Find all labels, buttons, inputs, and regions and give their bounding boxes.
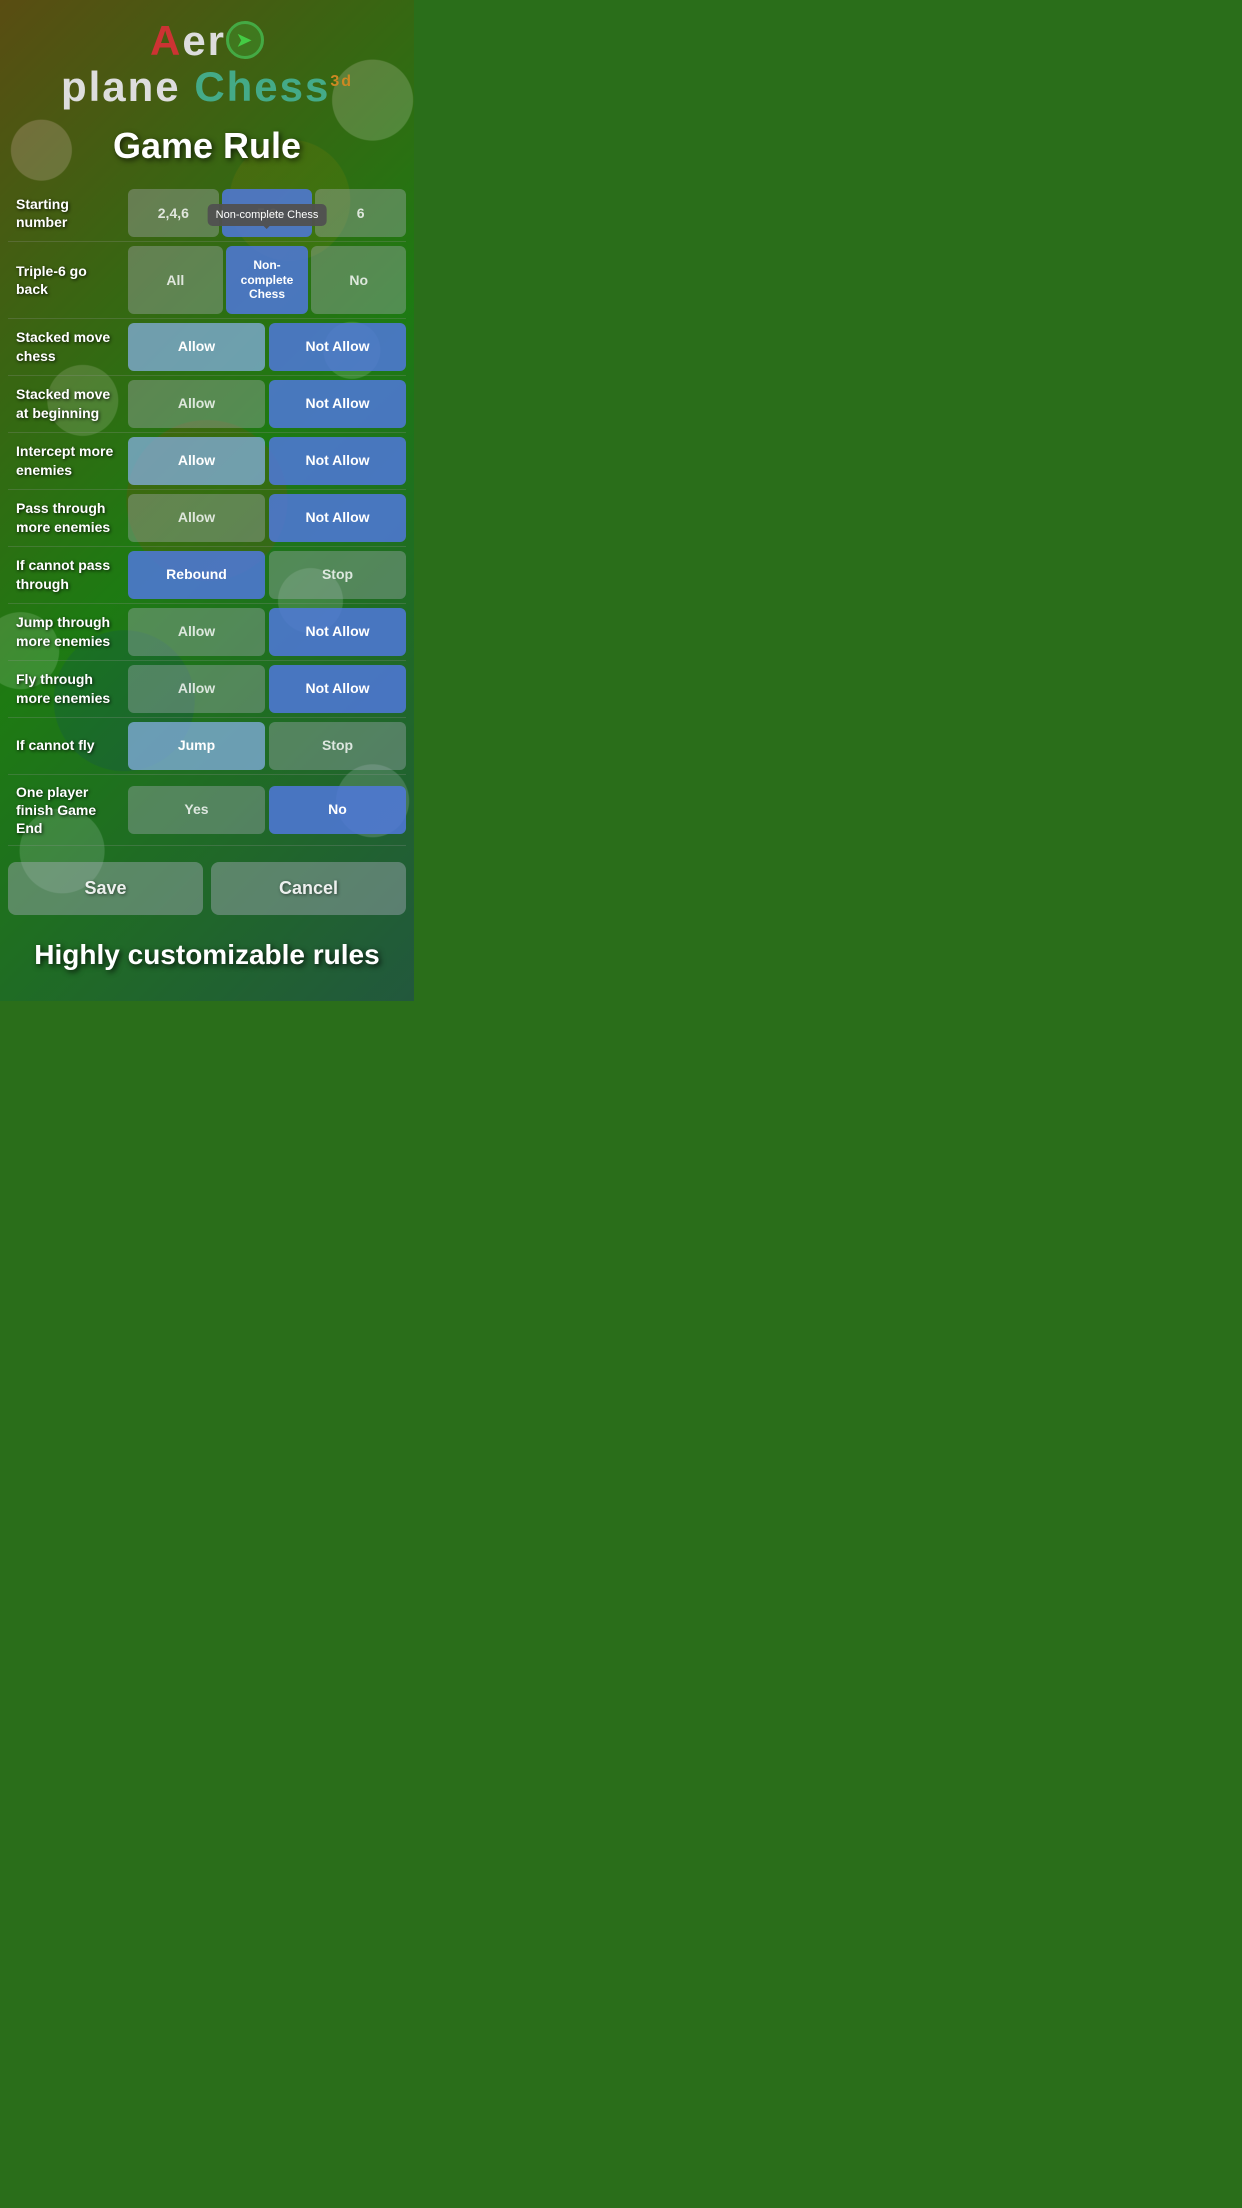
logo-chess: Chess	[194, 63, 330, 110]
plane-icon: ➤	[226, 21, 264, 59]
page-title: Game Rule	[0, 115, 414, 185]
option-starting-56[interactable]: 5,6	[222, 189, 313, 237]
app-logo: Aer➤ plane Chess3d	[10, 18, 404, 110]
option-flythrough-allow[interactable]: Allow	[128, 665, 265, 713]
logo-plane: plane	[61, 63, 181, 110]
save-button[interactable]: Save	[8, 862, 203, 915]
option-passthrough-allow[interactable]: Allow	[128, 494, 265, 542]
rule-label-intercept: Intercept more enemies	[8, 438, 128, 482]
rule-row-starting-number: Starting number 2,4,6 5,6 6	[8, 185, 406, 242]
rule-label-flythrough: Fly through more enemies	[8, 666, 128, 710]
rule-options-stacked-chess: Allow Not Allow	[128, 323, 406, 371]
rule-label-starting-number: Starting number	[8, 191, 128, 235]
option-stacked-beginning-notallow[interactable]: Not Allow	[269, 380, 406, 428]
option-triple6-no[interactable]: No	[311, 246, 406, 313]
logo-a: A	[150, 17, 182, 64]
option-cannotpass-stop[interactable]: Stop	[269, 551, 406, 599]
rule-row-stacked-beginning: Stacked move at beginning Allow Not Allo…	[8, 376, 406, 433]
rule-label-passthrough: Pass through more enemies	[8, 495, 128, 539]
rule-row-flythrough: Fly through more enemies Allow Not Allow	[8, 661, 406, 718]
rule-options-flythrough: Allow Not Allow	[128, 665, 406, 713]
option-triple6-all[interactable]: All	[128, 246, 223, 313]
option-cannotpass-rebound[interactable]: Rebound	[128, 551, 265, 599]
rule-row-stacked-chess: Stacked move chess Allow Not Allow	[8, 319, 406, 376]
option-jumpthrough-notallow[interactable]: Not Allow	[269, 608, 406, 656]
option-jumpthrough-allow[interactable]: Allow	[128, 608, 265, 656]
tagline: Highly customizable rules	[0, 923, 414, 981]
option-oneplayer-yes[interactable]: Yes	[128, 786, 265, 834]
rule-options-cannotpass: Rebound Stop	[128, 551, 406, 599]
rule-options-jumpthrough: Allow Not Allow	[128, 608, 406, 656]
bottom-buttons: Save Cancel	[8, 862, 406, 915]
rule-label-cannotfly: If cannot fly	[8, 732, 128, 758]
rule-options-intercept: Allow Not Allow	[128, 437, 406, 485]
rule-options-starting-number: 2,4,6 5,6 6	[128, 189, 406, 237]
app-header: Aer➤ plane Chess3d	[0, 0, 414, 115]
logo-3d: 3d	[330, 73, 353, 90]
rule-label-stacked-beginning: Stacked move at beginning	[8, 381, 128, 425]
option-intercept-allow[interactable]: Allow	[128, 437, 265, 485]
option-starting-6[interactable]: 6	[315, 189, 406, 237]
rule-row-cannotfly: If cannot fly Jump Stop	[8, 718, 406, 775]
rule-label-stacked-chess: Stacked move chess	[8, 324, 128, 368]
option-intercept-notallow[interactable]: Not Allow	[269, 437, 406, 485]
option-cannotfly-stop[interactable]: Stop	[269, 722, 406, 770]
rule-options-passthrough: Allow Not Allow	[128, 494, 406, 542]
rules-panel: Starting number 2,4,6 5,6 6 Triple-6 go …	[8, 185, 406, 846]
rule-options-cannotfly: Jump Stop	[128, 722, 406, 770]
rule-row-jumpthrough: Jump through more enemies Allow Not Allo…	[8, 604, 406, 661]
option-flythrough-notallow[interactable]: Not Allow	[269, 665, 406, 713]
logo-ero: er	[182, 17, 226, 64]
option-triple6-noncomplete[interactable]: Non-complete Chess	[226, 246, 309, 313]
option-starting-246[interactable]: 2,4,6	[128, 189, 219, 237]
option-stacked-beginning-allow[interactable]: Allow	[128, 380, 265, 428]
option-stacked-chess-notallow[interactable]: Not Allow	[269, 323, 406, 371]
rule-options-stacked-beginning: Allow Not Allow	[128, 380, 406, 428]
rule-row-cannotpass: If cannot pass through Rebound Stop	[8, 547, 406, 604]
rule-row-oneplayer: One player finish Game End Yes No	[8, 775, 406, 847]
rule-label-jumpthrough: Jump through more enemies	[8, 609, 128, 653]
rule-options-triple6: All Non-complete Chess Non-complete Ches…	[128, 246, 406, 313]
rule-row-triple6: Triple-6 go back All Non-complete Chess …	[8, 242, 406, 318]
rule-row-passthrough: Pass through more enemies Allow Not Allo…	[8, 490, 406, 547]
option-oneplayer-no[interactable]: No	[269, 786, 406, 834]
rule-label-cannotpass: If cannot pass through	[8, 552, 128, 596]
option-passthrough-notallow[interactable]: Not Allow	[269, 494, 406, 542]
option-stacked-chess-allow[interactable]: Allow	[128, 323, 265, 371]
option-cannotfly-jump[interactable]: Jump	[128, 722, 265, 770]
rule-label-triple6: Triple-6 go back	[8, 258, 128, 302]
rule-row-intercept: Intercept more enemies Allow Not Allow	[8, 433, 406, 490]
rule-options-oneplayer: Yes No	[128, 786, 406, 834]
cancel-button[interactable]: Cancel	[211, 862, 406, 915]
rule-label-oneplayer: One player finish Game End	[8, 779, 128, 842]
